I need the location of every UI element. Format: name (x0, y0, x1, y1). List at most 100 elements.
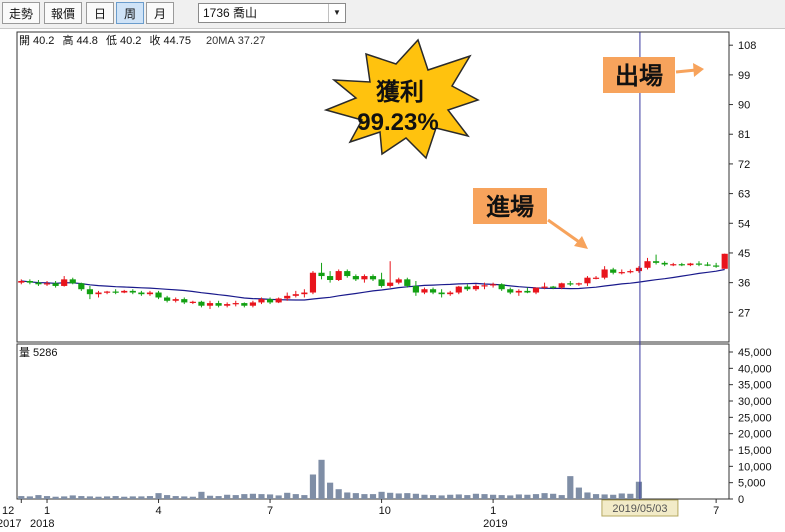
volume-bar-6 (69, 495, 76, 499)
candle-body-64 (567, 283, 574, 285)
candle-body-32 (292, 294, 299, 296)
stock-select[interactable]: 1736 喬山 ▼ (198, 3, 346, 23)
volume-bar-60 (532, 494, 540, 499)
candle-body-41 (369, 276, 377, 280)
price-tick-label-2: 90 (738, 100, 750, 112)
price-tick-label-5: 63 (738, 189, 750, 201)
entry-label: 進場 (486, 194, 534, 221)
volume-bar-50 (447, 494, 454, 499)
weekly-button[interactable]: 周 (116, 2, 144, 24)
volume-bar-54 (481, 494, 488, 499)
candle-body-43 (387, 282, 394, 286)
x-tick-label-4: 10 (379, 505, 391, 517)
candle-body-60 (532, 287, 540, 293)
volume-bar-55 (490, 494, 497, 499)
volume-bar-22 (206, 495, 214, 499)
volume-bar-69 (610, 494, 617, 499)
volume-bar-34 (309, 474, 317, 499)
candle-body-79 (695, 263, 703, 265)
chevron-down-icon[interactable]: ▼ (328, 4, 345, 22)
volume-bar-35 (318, 459, 325, 499)
candle-body-23 (215, 303, 222, 306)
candle-body-39 (352, 276, 359, 280)
price-tick-label-1: 99 (738, 70, 750, 82)
candle-body-6 (69, 279, 76, 284)
price-tick-label-8: 36 (738, 278, 750, 290)
candle-body-70 (618, 272, 625, 274)
candle-body-57 (507, 289, 514, 293)
info-bar: 開 40.2 高 44.8 低 40.2 收 44.75 20MA 37.27 (19, 33, 265, 47)
volume-bar-47 (421, 494, 428, 499)
candle-body-73 (644, 261, 651, 268)
candle-body-58 (515, 290, 522, 293)
volume-bar-12 (121, 496, 128, 499)
volume-bar-32 (292, 494, 299, 499)
year-label-1: 2018 (30, 518, 54, 530)
volume-bar-7 (78, 496, 85, 499)
volume-bar-62 (550, 493, 557, 499)
volume-bar-19 (181, 496, 188, 499)
x-tick-label-7: 7 (713, 505, 719, 517)
candle-body-66 (584, 277, 591, 284)
volume-tick-label-4: 25,000 (738, 412, 772, 424)
volume-bar-65 (575, 487, 582, 499)
price-tick-label-0: 108 (738, 40, 756, 52)
quote-button[interactable]: 報價 (44, 2, 82, 24)
volume-bar-63 (558, 495, 565, 499)
candle-body-48 (429, 289, 437, 293)
crosshair-date-label: 2019/05/03 (612, 503, 667, 515)
x-tick-label-2: 4 (156, 505, 162, 517)
candle-body-14 (138, 292, 145, 295)
candle-body-26 (241, 303, 248, 306)
daily-button[interactable]: 日 (86, 2, 114, 24)
candle-body-31 (284, 295, 291, 299)
volume-bar-42 (378, 491, 385, 499)
volume-bar-0 (18, 496, 25, 499)
volume-tick-label-9: 0 (738, 494, 744, 506)
volume-bar-67 (592, 494, 600, 499)
volume-bar-3 (43, 496, 51, 499)
volume-bar-66 (584, 492, 591, 499)
candle-body-36 (327, 276, 334, 280)
candle-body-62 (550, 286, 557, 288)
volume-bar-4 (52, 496, 59, 499)
toolbar: 走勢 報價 日 周 月 1736 喬山 ▼ (0, 0, 785, 29)
candle-body-2 (35, 282, 42, 285)
candle-body-75 (661, 262, 668, 265)
candle-body-82 (721, 253, 728, 269)
volume-bar-43 (387, 492, 394, 499)
volume-bar-41 (369, 494, 377, 499)
candle-body-77 (678, 264, 685, 266)
candle-body-49 (438, 292, 445, 295)
volume-bar-39 (352, 493, 359, 499)
candle-body-52 (464, 286, 471, 290)
candle-body-56 (498, 284, 505, 290)
candle-body-22 (206, 303, 214, 306)
candle-body-5 (61, 279, 68, 286)
price-tick-label-6: 54 (738, 218, 750, 230)
volume-bar-44 (395, 493, 402, 499)
volume-bar-33 (301, 495, 308, 499)
volume-bar-59 (524, 494, 531, 499)
volume-bar-46 (412, 493, 419, 499)
candle-body-16 (155, 292, 162, 298)
candle-body-15 (146, 292, 154, 295)
volume-info: 量 5286 (19, 346, 57, 359)
candle-body-7 (78, 283, 85, 290)
candle-body-13 (129, 290, 136, 293)
volume-bar-64 (567, 476, 574, 499)
candle-body-38 (344, 271, 351, 277)
candle-34 (309, 271, 317, 295)
price-tick-label-3: 81 (738, 129, 750, 141)
candle-body-19 (181, 299, 188, 303)
volume-bar-13 (129, 496, 136, 499)
volume-bar-9 (95, 496, 102, 499)
volume-bar-17 (164, 495, 171, 499)
monthly-button[interactable]: 月 (146, 2, 174, 24)
volume-bar-8 (86, 496, 94, 499)
volume-bar-61 (541, 493, 548, 499)
candle-body-21 (198, 301, 205, 306)
price-tick-label-4: 72 (738, 159, 750, 171)
trend-button[interactable]: 走勢 (2, 2, 40, 24)
candle-body-33 (301, 292, 308, 295)
